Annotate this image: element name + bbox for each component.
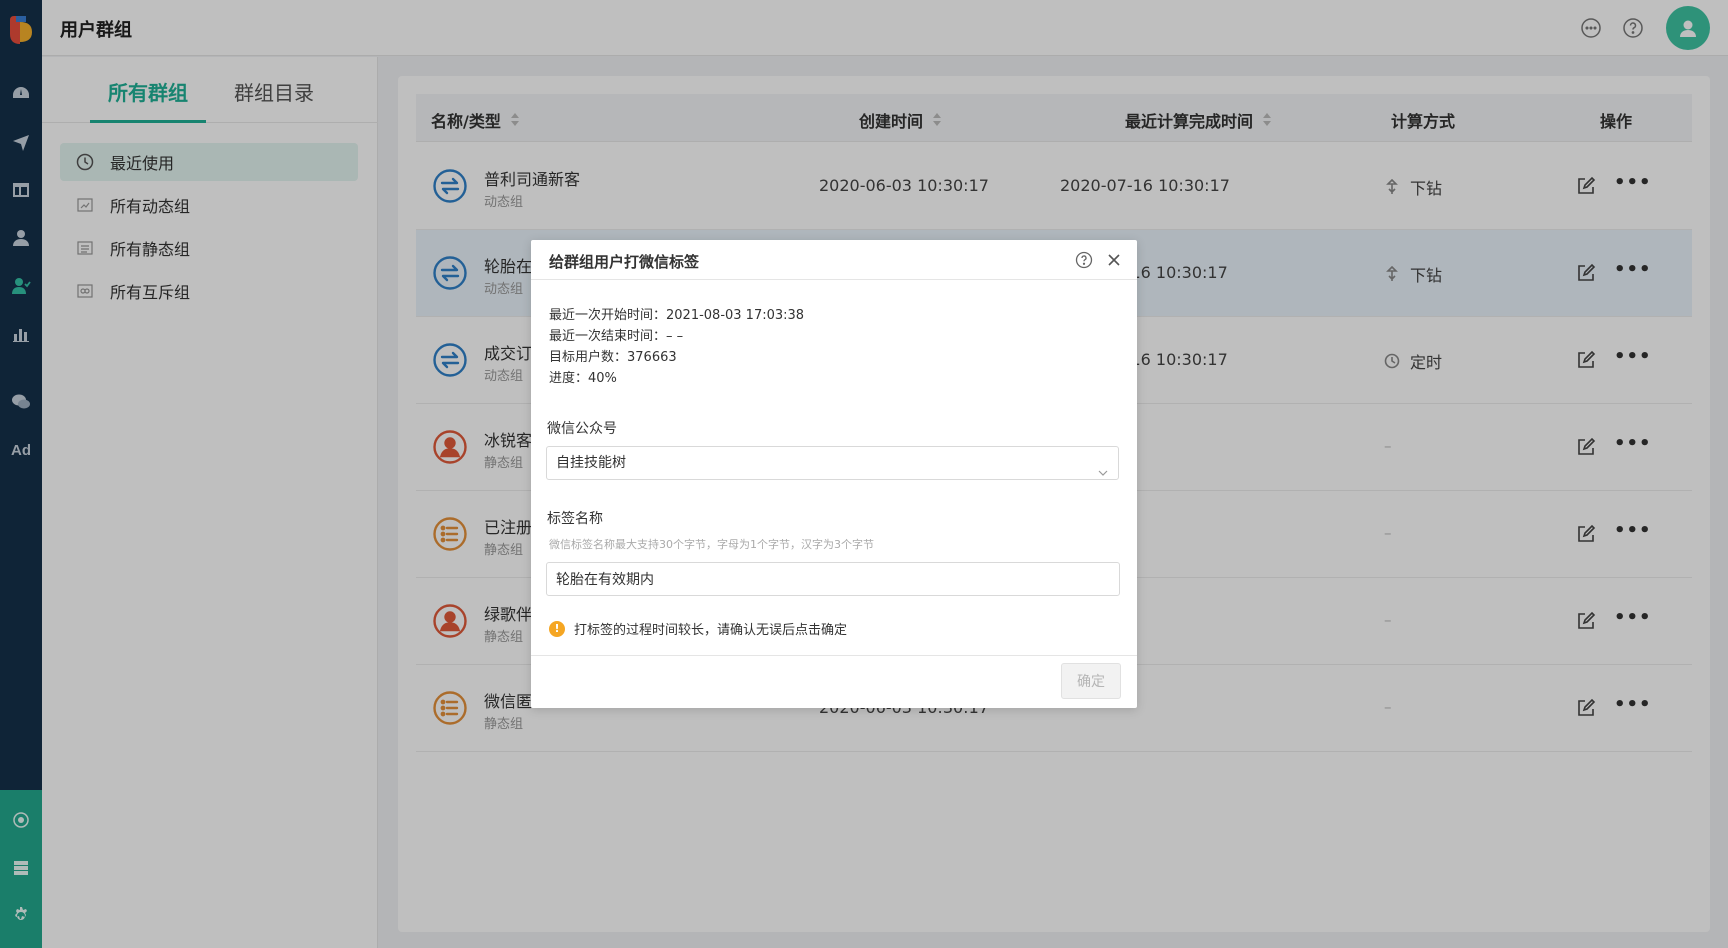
chevron-down-icon bbox=[1098, 458, 1108, 476]
info-start-time: 最近一次开始时间：2021-08-03 17:03:38 bbox=[549, 308, 805, 323]
warning-message: ! 打标签的过程时间较长，请确认无误后点击确定 bbox=[549, 619, 847, 638]
help-icon[interactable] bbox=[1075, 251, 1093, 269]
dialog-footer: 确定 bbox=[531, 655, 1137, 708]
info-progress: 进度：40% bbox=[549, 371, 617, 386]
info-target-users: 目标用户数：376663 bbox=[549, 350, 677, 365]
account-label: 微信公众号 bbox=[547, 421, 617, 437]
confirm-button[interactable]: 确定 bbox=[1061, 663, 1121, 699]
dialog-header: 给群组用户打微信标签 bbox=[531, 240, 1137, 280]
account-select[interactable]: 自挂技能树 bbox=[546, 446, 1119, 480]
tag-hint: 微信标签名称最大支持30个字节，字母为1个字节，汉字为3个字节 bbox=[549, 538, 874, 551]
tag-name-input[interactable] bbox=[546, 562, 1120, 596]
wechat-tag-dialog: 给群组用户打微信标签 最近一次开始时间：2021-08-03 17:03:38 … bbox=[531, 240, 1137, 708]
dialog-title: 给群组用户打微信标签 bbox=[549, 253, 700, 271]
info-end-time: 最近一次结束时间：– – bbox=[549, 329, 684, 344]
close-icon[interactable] bbox=[1105, 251, 1123, 269]
tag-label: 标签名称 bbox=[547, 511, 603, 527]
warning-icon: ! bbox=[549, 620, 565, 637]
